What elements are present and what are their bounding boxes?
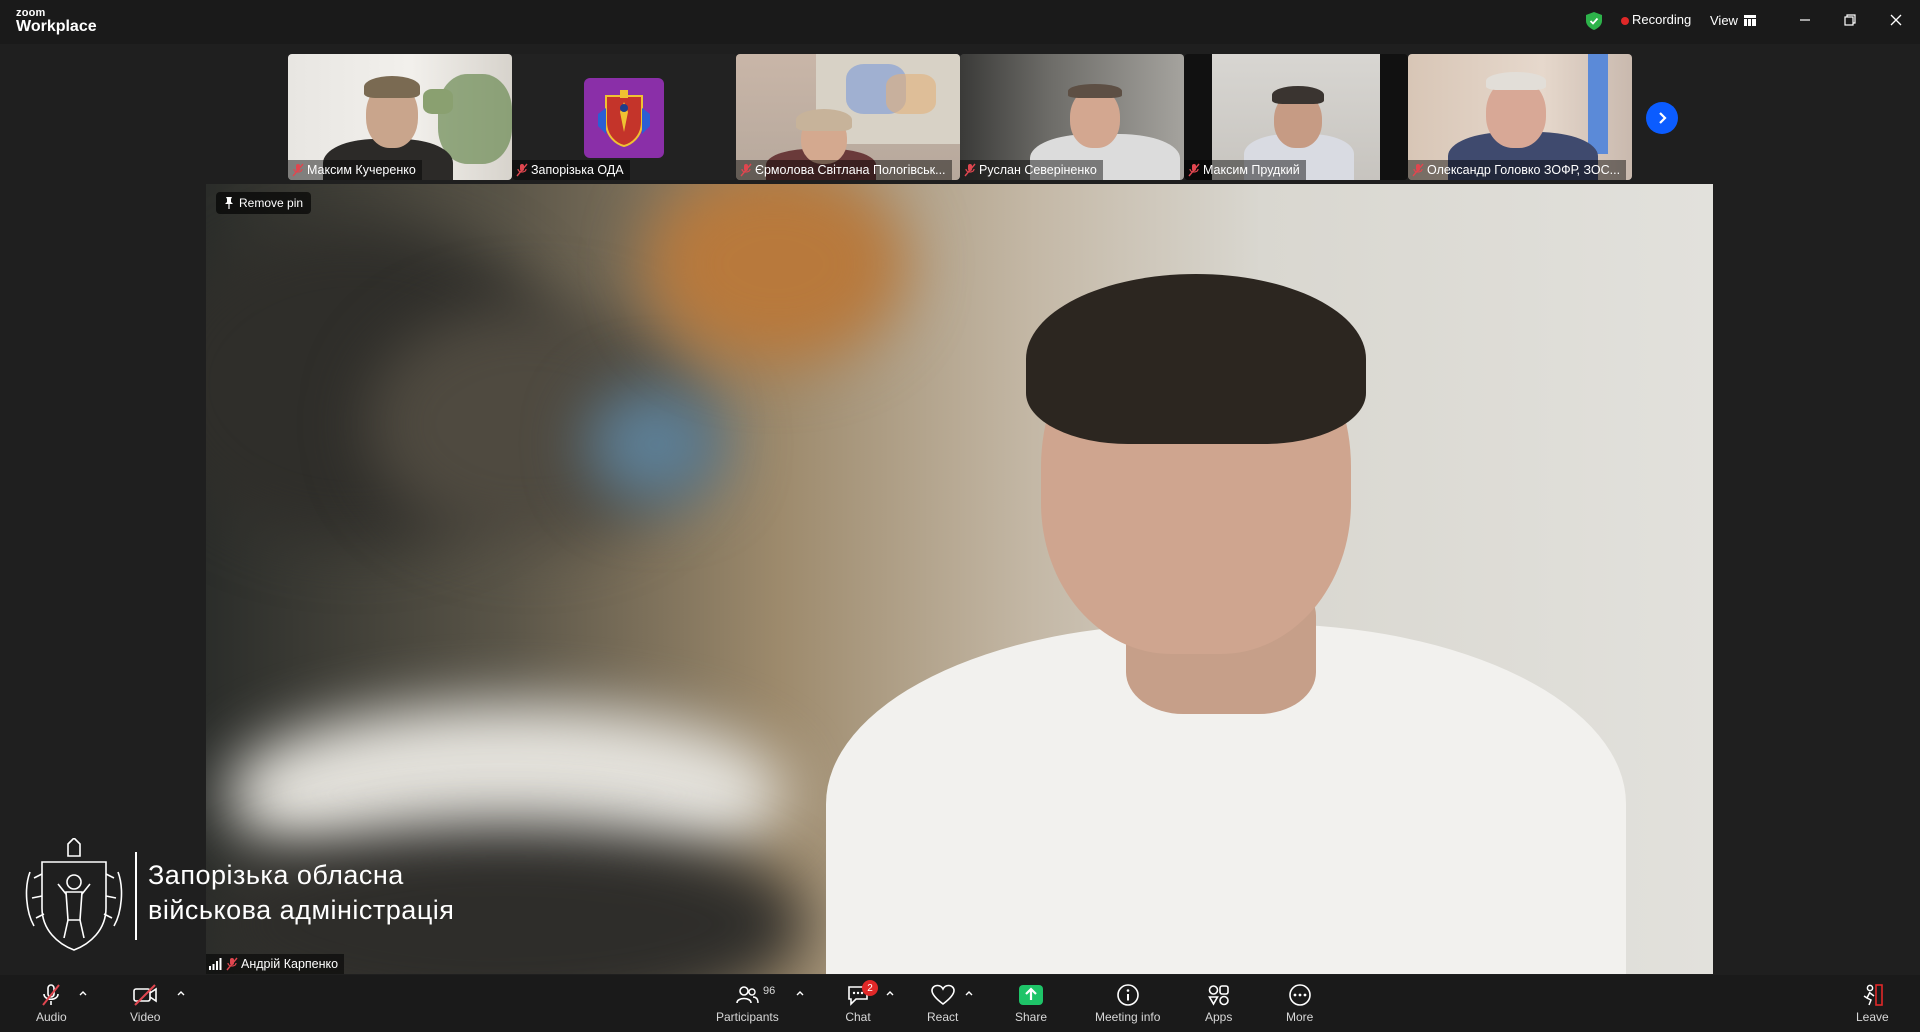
grid-view-icon bbox=[1743, 14, 1756, 26]
react-button[interactable]: React bbox=[927, 983, 958, 1024]
view-button[interactable]: View bbox=[1710, 8, 1756, 32]
chevron-right-icon bbox=[1659, 112, 1667, 124]
info-icon bbox=[1116, 984, 1139, 1006]
mic-muted-icon bbox=[964, 163, 976, 177]
video-off-icon bbox=[133, 984, 158, 1006]
participant-name-tag: Олександр Головко ЗОФР, ЗОС... bbox=[1408, 160, 1627, 180]
organization-name: Запорізька обласна військова адміністрац… bbox=[148, 858, 454, 928]
recording-dot-icon bbox=[1621, 17, 1629, 25]
share-screen-button[interactable]: Share bbox=[1015, 983, 1047, 1024]
participant-name: Запорізька ОДА bbox=[531, 163, 624, 177]
participant-name-tag: Запорізька ОДА bbox=[512, 160, 630, 180]
emblem-divider bbox=[135, 852, 137, 940]
mic-muted-icon bbox=[740, 163, 752, 177]
coat-of-arms-icon bbox=[584, 78, 664, 158]
meeting-info-label: Meeting info bbox=[1095, 1010, 1161, 1024]
more-label: More bbox=[1286, 1010, 1314, 1024]
participant-name: Максим Кучеренко bbox=[307, 163, 416, 177]
signal-strength-icon bbox=[209, 958, 222, 970]
chat-options-chevron-up-icon[interactable] bbox=[884, 987, 896, 999]
mic-muted-icon bbox=[226, 957, 238, 971]
chat-unread-badge: 2 bbox=[862, 980, 878, 996]
minimize-icon bbox=[1800, 19, 1810, 21]
participant-name: Руслан Северіненко bbox=[979, 163, 1097, 177]
close-window-button[interactable] bbox=[1876, 6, 1916, 34]
participant-thumbnail[interactable]: Єрмолова Світлана Пологівськ... bbox=[736, 54, 960, 180]
heart-icon bbox=[930, 984, 955, 1006]
participant-thumbnail[interactable]: Руслан Северіненко bbox=[960, 54, 1184, 180]
participant-name-tag: Руслан Северіненко bbox=[960, 160, 1103, 180]
chat-label: Chat bbox=[845, 1010, 871, 1024]
restore-icon bbox=[1844, 14, 1856, 26]
participant-name: Максим Прудкий bbox=[1203, 163, 1300, 177]
mic-muted-icon bbox=[1188, 163, 1200, 177]
audio-options-chevron-up-icon[interactable] bbox=[77, 987, 89, 999]
meeting-toolbar: Audio Video Participants 96 Chat React S… bbox=[0, 975, 1920, 1032]
share-screen-icon bbox=[1019, 985, 1044, 1005]
participants-options-chevron-up-icon[interactable] bbox=[794, 987, 806, 999]
next-page-button[interactable] bbox=[1646, 102, 1678, 134]
active-speaker-video[interactable]: Remove pin Андрій Карпенко bbox=[206, 184, 1713, 974]
video-button[interactable]: Video bbox=[130, 983, 160, 1024]
remove-pin-button[interactable]: Remove pin bbox=[216, 192, 312, 214]
mic-muted-icon bbox=[292, 163, 304, 177]
restore-button[interactable] bbox=[1830, 6, 1870, 34]
close-icon bbox=[1890, 14, 1902, 26]
mic-muted-icon bbox=[516, 163, 528, 177]
more-icon bbox=[1288, 984, 1311, 1006]
app-logo: Workplace bbox=[16, 18, 97, 35]
participant-thumbnail[interactable]: Максим Кучеренко bbox=[288, 54, 512, 180]
participant-name-tag: Максим Прудкий bbox=[1184, 160, 1306, 180]
recording-label[interactable]: Recording bbox=[1632, 12, 1691, 27]
react-label: React bbox=[927, 1010, 959, 1024]
speaker-name: Андрій Карпенко bbox=[241, 957, 339, 971]
meeting-info-button[interactable]: Meeting info bbox=[1095, 983, 1160, 1024]
video-label: Video bbox=[130, 1010, 161, 1024]
organization-name-line1: Запорізька обласна bbox=[148, 860, 404, 890]
share-label: Share bbox=[1015, 1010, 1048, 1024]
participants-count: 96 bbox=[763, 985, 776, 997]
react-options-chevron-up-icon[interactable] bbox=[963, 987, 975, 999]
audio-button[interactable]: Audio bbox=[36, 983, 67, 1024]
view-label: View bbox=[1710, 12, 1738, 28]
participants-label: Participants bbox=[716, 1010, 779, 1024]
participant-name: Єрмолова Світлана Пологівськ... bbox=[755, 163, 946, 177]
participant-thumbnail[interactable]: Олександр Головко ЗОФР, ЗОС... bbox=[1408, 54, 1632, 180]
remove-pin-label: Remove pin bbox=[239, 196, 304, 210]
participant-thumbnail[interactable]: Максим Прудкий bbox=[1184, 54, 1408, 180]
speaker-name-tag: Андрій Карпенко bbox=[206, 954, 345, 974]
title-bar: zoom Workplace Recording View bbox=[0, 0, 1920, 44]
more-button[interactable]: More bbox=[1286, 983, 1313, 1024]
video-options-chevron-up-icon[interactable] bbox=[175, 987, 187, 999]
encryption-shield-icon[interactable] bbox=[1586, 12, 1602, 30]
participant-name-tag: Максим Кучеренко bbox=[288, 160, 422, 180]
participants-icon bbox=[736, 986, 760, 1004]
mic-muted-icon bbox=[1412, 163, 1424, 177]
minimize-button[interactable] bbox=[1785, 6, 1825, 34]
participant-thumbnail[interactable]: Запорізька ОДА bbox=[512, 54, 736, 180]
apps-button[interactable]: Apps bbox=[1205, 983, 1232, 1024]
apps-label: Apps bbox=[1205, 1010, 1233, 1024]
leave-icon bbox=[1863, 984, 1884, 1006]
participant-name: Олександр Головко ЗОФР, ЗОС... bbox=[1427, 163, 1621, 177]
leave-label: Leave bbox=[1856, 1010, 1889, 1024]
pin-icon bbox=[225, 197, 233, 209]
participant-name-tag: Єрмолова Світлана Пологівськ... bbox=[736, 160, 952, 180]
audio-label: Audio bbox=[36, 1010, 67, 1024]
apps-icon bbox=[1207, 985, 1229, 1006]
regional-emblem-icon bbox=[25, 838, 123, 951]
organization-name-line2: військова адміністрація bbox=[148, 895, 455, 925]
mic-muted-icon bbox=[42, 984, 61, 1006]
speaker-hair bbox=[1026, 274, 1366, 444]
leave-button[interactable]: Leave bbox=[1856, 983, 1889, 1024]
